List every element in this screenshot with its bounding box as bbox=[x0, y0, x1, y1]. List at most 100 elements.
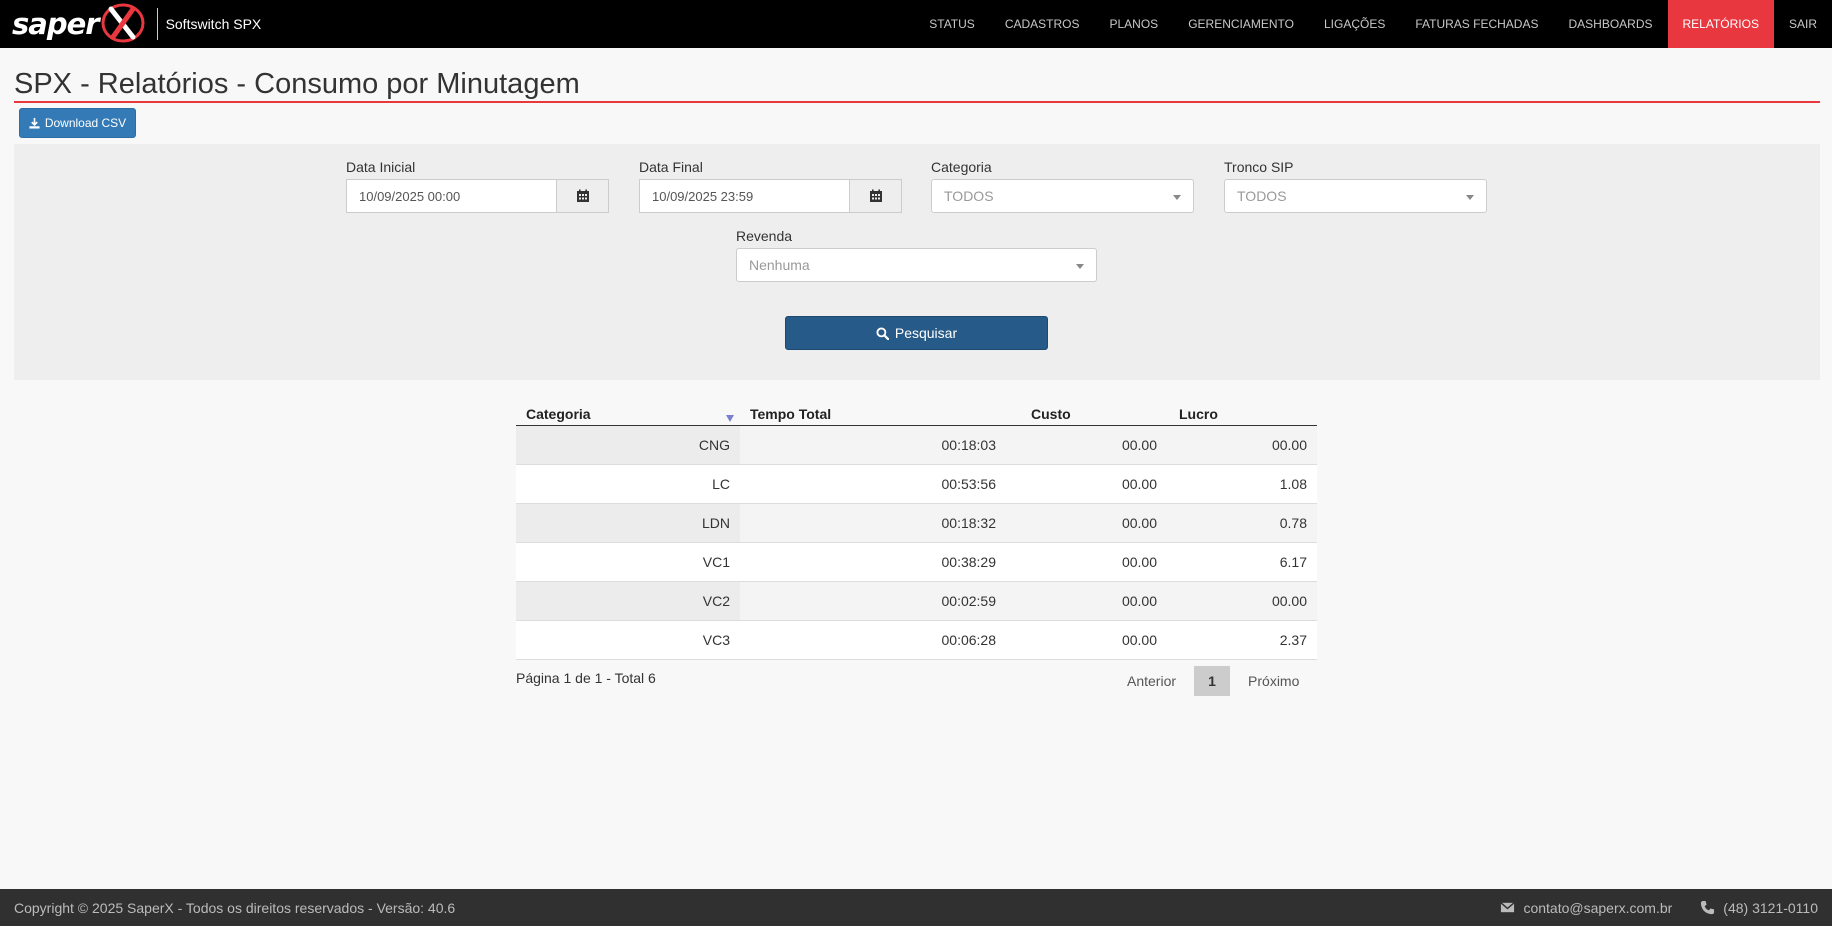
top-navbar: saper Softswitch SPX STATUS CADASTROS PL… bbox=[0, 0, 1832, 48]
footer-copyright: Copyright © 2025 SaperX - Todos os direi… bbox=[14, 899, 456, 916]
data-final-field: Data Final 10/09/2025 23:59 bbox=[639, 159, 902, 213]
cell-categoria: CNG bbox=[516, 425, 740, 465]
title-divider bbox=[14, 101, 1820, 103]
cell-tempo-total: 00:02:59 bbox=[740, 581, 1006, 621]
cell-lucro: 00.00 bbox=[1167, 581, 1317, 621]
cell-lucro: 0.78 bbox=[1167, 503, 1317, 543]
column-header-lucro[interactable]: Lucro bbox=[1167, 400, 1317, 426]
cell-tempo-total: 00:53:56 bbox=[740, 464, 1006, 504]
cell-custo: 00.00 bbox=[1006, 542, 1167, 582]
results-table: Categoria Tempo Total Custo Lucro CNG 00… bbox=[516, 400, 1317, 660]
data-final-input[interactable]: 10/09/2025 23:59 bbox=[639, 179, 850, 213]
table-row: VC3 00:06:28 00.00 2.37 bbox=[516, 620, 1317, 660]
results-table-wrapper: Categoria Tempo Total Custo Lucro CNG 00… bbox=[516, 400, 1317, 660]
cell-categoria: LDN bbox=[516, 503, 740, 543]
sort-desc-icon bbox=[726, 414, 734, 422]
chevron-down-icon bbox=[1173, 195, 1181, 200]
revenda-value: Nenhuma bbox=[749, 257, 810, 273]
cell-categoria: VC3 bbox=[516, 620, 740, 660]
logo-text: saper bbox=[12, 7, 100, 41]
product-name: Softswitch SPX bbox=[165, 16, 262, 32]
data-inicial-label: Data Inicial bbox=[346, 159, 416, 175]
cell-tempo-total: 00:18:03 bbox=[740, 425, 1006, 465]
cell-categoria: VC1 bbox=[516, 542, 740, 582]
nav-item-relatorios[interactable]: RELATÓRIOS bbox=[1667, 0, 1774, 48]
search-button[interactable]: Pesquisar bbox=[785, 316, 1048, 350]
nav-item-faturas-fechadas[interactable]: FATURAS FECHADAS bbox=[1400, 0, 1553, 48]
revenda-select[interactable]: Nenhuma bbox=[736, 248, 1097, 282]
data-final-label: Data Final bbox=[639, 159, 703, 175]
table-row: VC1 00:38:29 00.00 6.17 bbox=[516, 542, 1317, 582]
data-inicial-input[interactable]: 10/09/2025 00:00 bbox=[346, 179, 557, 213]
calendar-icon bbox=[869, 189, 882, 202]
categoria-select[interactable]: TODOS bbox=[931, 179, 1194, 213]
cell-custo: 00.00 bbox=[1006, 620, 1167, 660]
pagination-prev[interactable]: Anterior bbox=[1115, 666, 1188, 696]
data-inicial-calendar-button[interactable] bbox=[557, 179, 609, 213]
saperx-logo[interactable]: saper bbox=[0, 0, 145, 48]
data-final-calendar-button[interactable] bbox=[850, 179, 902, 213]
cell-custo: 00.00 bbox=[1006, 581, 1167, 621]
tronco-sip-select[interactable]: TODOS bbox=[1224, 179, 1487, 213]
categoria-value: TODOS bbox=[944, 188, 994, 204]
revenda-field: Revenda Nenhuma bbox=[736, 228, 1097, 282]
nav-item-cadastros[interactable]: CADASTROS bbox=[990, 0, 1095, 48]
table-header-row: Categoria Tempo Total Custo Lucro bbox=[516, 400, 1317, 426]
nav-item-status[interactable]: STATUS bbox=[914, 0, 990, 48]
column-header-label: Categoria bbox=[526, 405, 591, 422]
nav-item-gerenciamento[interactable]: GERENCIAMENTO bbox=[1173, 0, 1309, 48]
chevron-down-icon bbox=[1076, 264, 1084, 269]
table-row: CNG 00:18:03 00.00 00.00 bbox=[516, 425, 1317, 465]
footer-email[interactable]: contato@saperx.com.br bbox=[1523, 900, 1672, 916]
cell-custo: 00.00 bbox=[1006, 425, 1167, 465]
filter-panel: Data Inicial 10/09/2025 00:00 Data Final… bbox=[14, 144, 1820, 380]
cell-custo: 00.00 bbox=[1006, 464, 1167, 504]
cell-lucro: 6.17 bbox=[1167, 542, 1317, 582]
column-header-categoria[interactable]: Categoria bbox=[516, 400, 740, 426]
cell-tempo-total: 00:18:32 bbox=[740, 503, 1006, 543]
categoria-label: Categoria bbox=[931, 159, 992, 175]
cell-categoria: VC2 bbox=[516, 581, 740, 621]
cell-lucro: 2.37 bbox=[1167, 620, 1317, 660]
logo-x-icon bbox=[99, 1, 145, 45]
search-button-label: Pesquisar bbox=[894, 325, 958, 341]
download-csv-button[interactable]: Download CSV bbox=[19, 108, 136, 138]
pagination-next[interactable]: Próximo bbox=[1236, 666, 1311, 696]
cell-lucro: 00.00 bbox=[1167, 425, 1317, 465]
revenda-label: Revenda bbox=[736, 228, 793, 244]
cell-lucro: 1.08 bbox=[1167, 464, 1317, 504]
search-icon bbox=[876, 326, 889, 340]
brand-divider bbox=[156, 8, 158, 40]
cell-categoria: LC bbox=[516, 464, 740, 504]
footer-phone[interactable]: (48) 3121-0110 bbox=[1723, 900, 1818, 916]
phone-icon bbox=[1701, 900, 1715, 915]
pagination: Anterior 1 Próximo bbox=[1115, 666, 1311, 696]
pagination-page-current[interactable]: 1 bbox=[1194, 666, 1231, 696]
nav-item-sair[interactable]: SAIR bbox=[1774, 0, 1832, 48]
download-icon bbox=[29, 117, 40, 129]
cell-tempo-total: 00:06:28 bbox=[740, 620, 1006, 660]
nav-menu: STATUS CADASTROS PLANOS GERENCIAMENTO LI… bbox=[914, 0, 1832, 48]
envelope-icon bbox=[1500, 902, 1515, 913]
tronco-sip-label: Tronco SIP bbox=[1224, 159, 1294, 175]
nav-item-ligacoes[interactable]: LIGAÇÕES bbox=[1309, 0, 1400, 48]
download-csv-label: Download CSV bbox=[44, 116, 127, 130]
chevron-down-icon bbox=[1466, 195, 1474, 200]
categoria-field: Categoria TODOS bbox=[931, 159, 1194, 213]
footer: Copyright © 2025 SaperX - Todos os direi… bbox=[0, 889, 1832, 926]
column-header-custo[interactable]: Custo bbox=[1006, 400, 1167, 426]
tronco-sip-field: Tronco SIP TODOS bbox=[1224, 159, 1487, 213]
tronco-sip-value: TODOS bbox=[1237, 188, 1287, 204]
page-title: SPX - Relatórios - Consumo por Minutagem bbox=[14, 68, 580, 100]
cell-custo: 00.00 bbox=[1006, 503, 1167, 543]
column-header-tempo-total[interactable]: Tempo Total bbox=[740, 400, 1006, 426]
table-row: LDN 00:18:32 00.00 0.78 bbox=[516, 503, 1317, 543]
footer-contact: contato@saperx.com.br (48) 3121-0110 bbox=[1500, 900, 1818, 916]
calendar-icon bbox=[576, 189, 589, 202]
nav-item-dashboards[interactable]: DASHBOARDS bbox=[1553, 0, 1667, 48]
nav-item-planos[interactable]: PLANOS bbox=[1095, 0, 1174, 48]
cell-tempo-total: 00:38:29 bbox=[740, 542, 1006, 582]
table-row: LC 00:53:56 00.00 1.08 bbox=[516, 464, 1317, 504]
pagination-info: Página 1 de 1 - Total 6 bbox=[516, 670, 656, 686]
data-inicial-field: Data Inicial 10/09/2025 00:00 bbox=[346, 159, 609, 213]
